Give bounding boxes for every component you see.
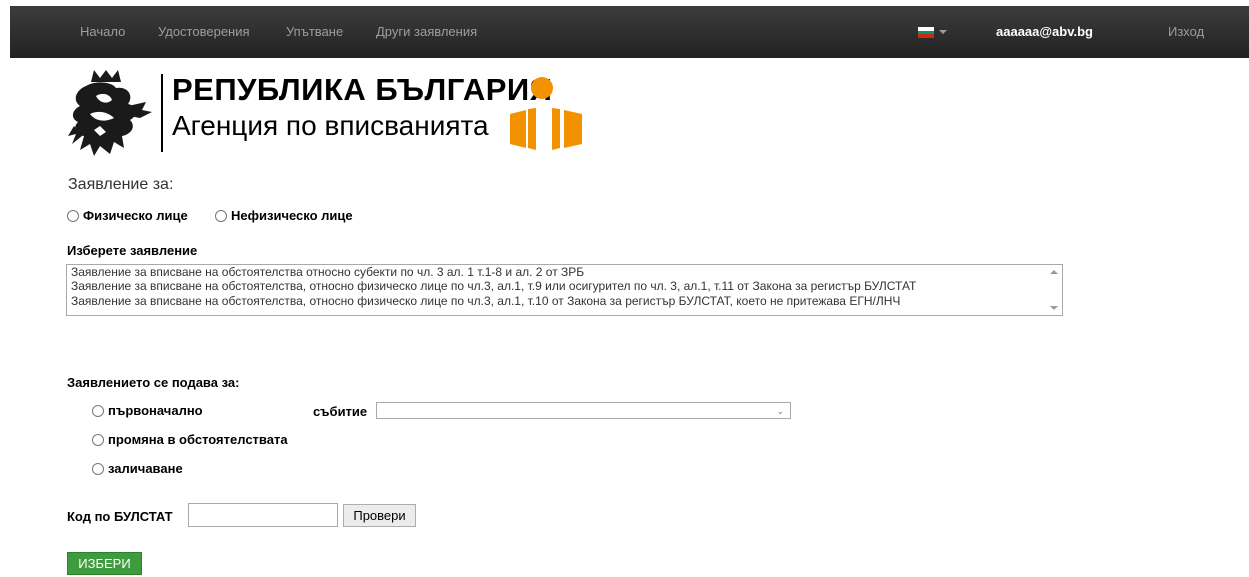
radio-deletion-label: заличаване	[108, 461, 183, 476]
radio-deletion[interactable]: заличаване	[92, 461, 183, 476]
language-flag-icon[interactable]	[918, 27, 934, 38]
top-navbar: Начало Удостоверения Упътване Други заяв…	[10, 6, 1249, 58]
application-option[interactable]: Заявление за вписване на обстоятелства, …	[67, 294, 1062, 308]
radio-initial[interactable]: първоначално	[92, 403, 203, 418]
coat-of-arms-icon	[68, 70, 152, 156]
listbox-scrollbar[interactable]	[1047, 265, 1062, 315]
logo-subtitle: Агенция по вписванията	[172, 110, 489, 141]
agency-logo: РЕПУБЛИКА БЪЛГАРИЯ Агенция по вписваният…	[66, 66, 606, 162]
choose-application-label: Изберете заявление	[67, 243, 198, 258]
nav-guide-link[interactable]: Упътване	[286, 6, 343, 58]
radio-individual-label: Физическо лице	[83, 208, 188, 223]
user-email[interactable]: aaaaaa@abv.bg	[996, 6, 1093, 58]
radio-legal-entity-circle[interactable]	[215, 209, 227, 222]
radio-individual[interactable]: Физическо лице	[67, 208, 188, 223]
scroll-down-icon[interactable]	[1050, 306, 1058, 310]
chevron-down-icon[interactable]: ⌄	[776, 406, 784, 417]
check-button[interactable]: Провери	[343, 504, 416, 527]
agency-mark-icon	[510, 77, 582, 150]
logo-divider	[161, 74, 163, 152]
radio-deletion-circle[interactable]	[92, 462, 104, 475]
nav-home-link[interactable]: Начало	[80, 6, 125, 58]
application-listbox[interactable]: Заявление за вписване на обстоятелства о…	[66, 264, 1063, 316]
bulstat-input[interactable]	[188, 503, 338, 527]
language-dropdown-caret-icon[interactable]	[939, 30, 947, 34]
radio-individual-circle[interactable]	[67, 209, 79, 222]
form-heading: Заявление за:	[68, 176, 174, 193]
radio-change-circle[interactable]	[92, 433, 104, 446]
nav-certificates-link[interactable]: Удостоверения	[158, 6, 250, 58]
event-label: събитие	[313, 404, 368, 419]
select-button[interactable]: ИЗБЕРИ	[67, 552, 142, 575]
scroll-up-icon[interactable]	[1050, 270, 1058, 274]
logo-title: РЕПУБЛИКА БЪЛГАРИЯ	[172, 72, 553, 107]
radio-initial-circle[interactable]	[92, 404, 104, 417]
radio-legal-entity[interactable]: Нефизическо лице	[215, 208, 353, 223]
submitted-for-label: Заявлението се подава за:	[67, 375, 240, 390]
application-option[interactable]: Заявление за вписване на обстоятелства, …	[67, 279, 1062, 293]
logout-link[interactable]: Изход	[1168, 6, 1204, 58]
application-option[interactable]: Заявление за вписване на обстоятелства о…	[67, 265, 1062, 279]
nav-other-applications-link[interactable]: Други заявления	[376, 6, 477, 58]
radio-initial-label: първоначално	[108, 403, 203, 418]
radio-change[interactable]: промяна в обстоятелствата	[92, 432, 288, 447]
radio-change-label: промяна в обстоятелствата	[108, 432, 288, 447]
bulstat-label: Код по БУЛСТАТ	[67, 509, 173, 524]
radio-legal-entity-label: Нефизическо лице	[231, 208, 353, 223]
event-select[interactable]: ⌄	[376, 402, 791, 419]
